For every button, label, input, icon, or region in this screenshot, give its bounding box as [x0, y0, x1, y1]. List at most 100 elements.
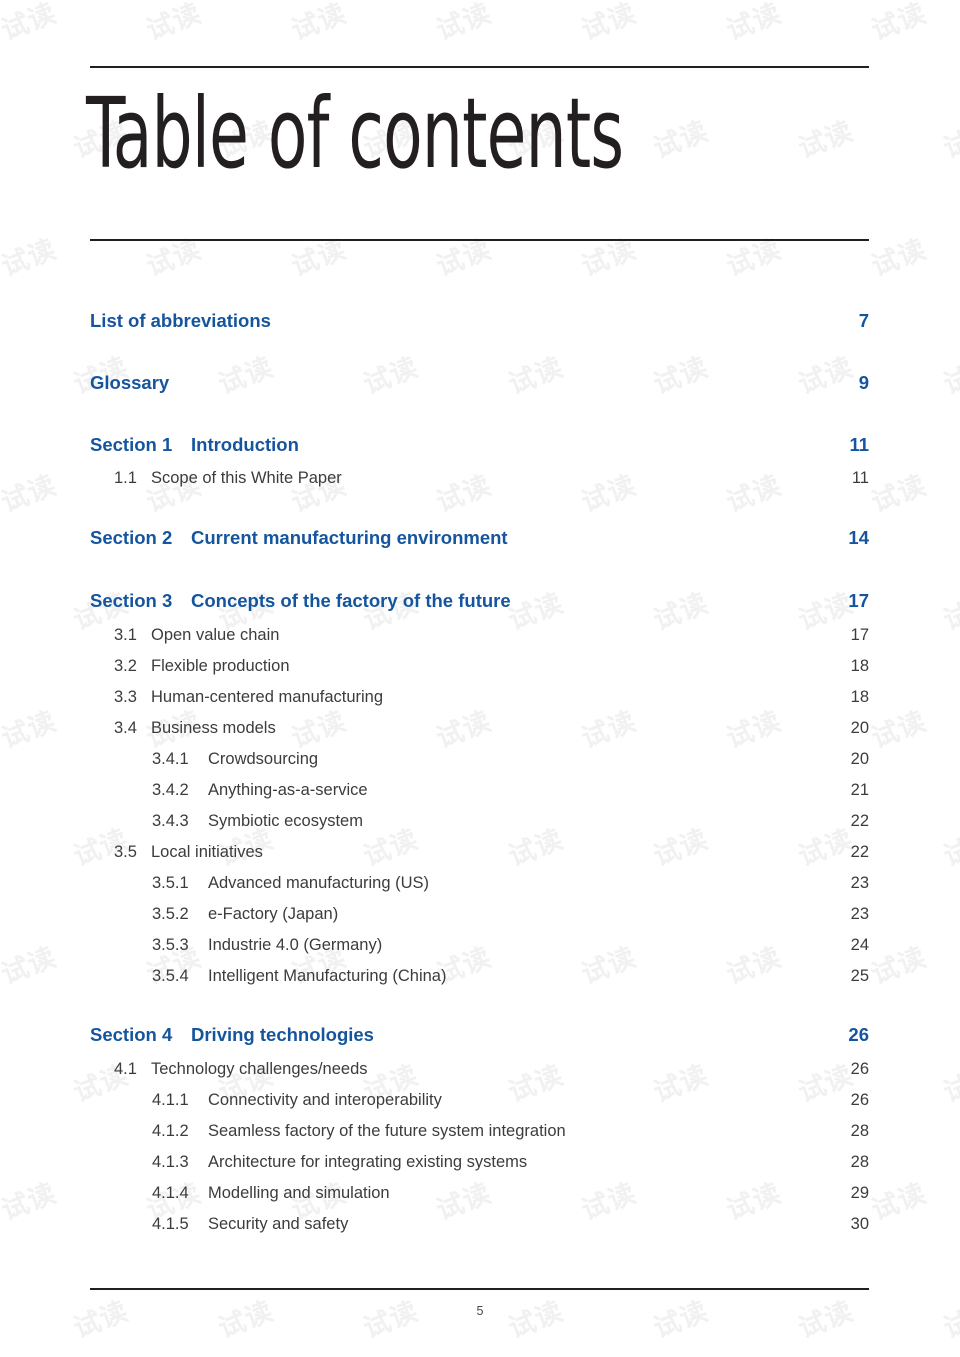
toc-entry-page-number: 17 [848, 590, 869, 611]
toc-entry[interactable]: 3.5.3 Industrie 4.0 (Germany) 24 [152, 936, 869, 955]
toc-entry-page-number: 11 [849, 434, 869, 455]
toc-entry-page-number: 30 [850, 1215, 869, 1233]
toc-entry-label: e-Factory (Japan) [208, 905, 339, 923]
toc-entry-label: Security and safety [208, 1215, 349, 1233]
toc-entry[interactable]: 4.1.4 Modelling and simulation 29 [152, 1184, 869, 1203]
toc-entry-page-number: 22 [850, 812, 869, 830]
toc-entry-number: 3.4.1 [152, 750, 189, 768]
toc-entry-number: 4.1.4 [152, 1184, 189, 1202]
toc-entry[interactable]: 3.4.1 Crowdsourcing 20 [152, 750, 869, 769]
toc-entry[interactable]: 4.1 Technology challenges/needs 26 [114, 1060, 869, 1079]
toc-entry-label: Architecture for integrating existing sy… [208, 1153, 528, 1171]
toc-entry[interactable]: 3.3 Human-centered manufacturing 18 [114, 688, 869, 707]
toc-entry-page-number: 18 [850, 657, 869, 675]
toc-entry-page-number: 17 [850, 626, 869, 644]
toc-entry[interactable]: 3.1 Open value chain 17 [114, 626, 869, 645]
toc-entry[interactable]: 3.4 Business models 20 [114, 719, 869, 738]
toc-entry-label: Business models [151, 719, 276, 737]
toc-entry[interactable]: Section 4 Driving technologies 26 [90, 1024, 869, 1046]
toc-entry-label: Industrie 4.0 (Germany) [208, 936, 383, 954]
toc-entry-number: 3.5.1 [152, 874, 189, 892]
toc-entry-page-number: 28 [850, 1153, 869, 1171]
toc-entry-label: Modelling and simulation [208, 1184, 390, 1202]
toc-entry-number: 3.5.3 [152, 936, 189, 954]
toc-entry-page-number: 18 [850, 688, 869, 706]
toc-entry-number: 3.5 [114, 843, 137, 861]
toc-entry-page-number: 22 [850, 843, 869, 861]
header-rule-top [90, 66, 869, 68]
toc-entry-label: Anything-as-a-service [208, 781, 368, 799]
toc-entry-page-number: 23 [850, 874, 869, 892]
page-title: Table of contents [86, 77, 624, 190]
toc-entry-label: Glossary [90, 372, 170, 393]
document-page: Table of contents List of abbreviations 7… [0, 0, 960, 1357]
toc-entry[interactable]: 4.1.3 Architecture for integrating existi… [152, 1153, 869, 1172]
footer-rule [90, 1288, 869, 1290]
toc-entry-number: 4.1.1 [152, 1091, 189, 1109]
toc-entry[interactable]: 3.4.2 Anything-as-a-service 21 [152, 781, 869, 800]
toc-entry-label: List of abbreviations [90, 310, 271, 331]
toc-entry[interactable]: 3.5.1 Advanced manufacturing (US) 23 [152, 874, 869, 893]
toc-entry[interactable]: 3.2 Flexible production 18 [114, 657, 869, 676]
footer-page-number: 5 [476, 1304, 484, 1318]
toc-entry-number: 3.2 [114, 657, 137, 675]
toc-entry-page-number: 23 [850, 905, 869, 923]
toc-entry-number: 1.1 [114, 469, 137, 487]
toc-entry-label: Crowdsourcing [208, 750, 319, 768]
toc-entry-label: Current manufacturing environment [191, 527, 508, 548]
toc-entry-number: 4.1.5 [152, 1215, 189, 1233]
toc-entry-number: 4.1 [114, 1060, 137, 1078]
toc-entry-label: Connectivity and interoperability [208, 1091, 442, 1109]
toc-entry[interactable]: 3.5.4 Intelligent Manufacturing (China) 25 [152, 967, 869, 986]
toc-entry[interactable]: 4.1.5 Security and safety 30 [152, 1215, 869, 1234]
toc-entry-page-number: 14 [848, 527, 869, 548]
toc-entry-number: Section 2 [90, 527, 173, 548]
toc-entry-page-number: 26 [848, 1024, 869, 1045]
toc-entry-page-number: 7 [858, 310, 869, 331]
toc-entry[interactable]: Glossary 9 [90, 372, 869, 394]
toc-entry-number: 3.4.3 [152, 812, 189, 830]
toc-entry-label: Scope of this White Paper [151, 469, 342, 487]
toc-entry[interactable]: Section 3 Concepts of the factory of the … [90, 590, 869, 612]
toc-entry-number: 3.5.4 [152, 967, 189, 985]
toc-entry-label: Technology challenges/needs [151, 1060, 368, 1078]
toc-entry-label: Flexible production [151, 657, 290, 675]
toc-entry-page-number: 21 [850, 781, 869, 799]
toc-entry-number: 3.5.2 [152, 905, 189, 923]
toc-entry-label: Advanced manufacturing (US) [208, 874, 430, 892]
toc-entry-page-number: 9 [858, 372, 869, 393]
toc-entry-number: 4.1.2 [152, 1122, 189, 1140]
toc-entry-label: Seamless factory of the future system in… [208, 1122, 566, 1140]
toc-entry-page-number: 26 [850, 1060, 869, 1078]
toc-entry[interactable]: List of abbreviations 7 [90, 310, 869, 332]
toc-entry-label: Intelligent Manufacturing (China) [208, 967, 447, 985]
toc-entry-label: Open value chain [151, 626, 280, 644]
toc-entry-number: 3.1 [114, 626, 137, 644]
toc-entry-label: Symbiotic ecosystem [208, 812, 363, 830]
toc-entry-page-number: 24 [850, 936, 869, 954]
toc-entry-label: Driving technologies [191, 1024, 374, 1045]
toc-entry-page-number: 20 [850, 750, 869, 768]
toc-entry[interactable]: 3.5 Local initiatives 22 [114, 843, 869, 862]
toc-entry-number: Section 1 [90, 434, 173, 455]
toc-entry[interactable]: 3.5.2 e-Factory (Japan) 23 [152, 905, 869, 924]
toc-entry-page-number: 26 [850, 1091, 869, 1109]
toc-entry-label: Human-centered manufacturing [151, 688, 384, 706]
toc-entry-page-number: 29 [850, 1184, 869, 1202]
toc-entry-page-number: 11 [851, 469, 869, 487]
toc-entry-label: Local initiatives [151, 843, 263, 861]
toc-entry-label: Concepts of the factory of the future [191, 590, 511, 611]
toc-entry[interactable]: 1.1 Scope of this White Paper 11 [114, 469, 869, 488]
toc-entry[interactable]: Section 2 Current manufacturing environme… [90, 527, 869, 549]
toc-entry[interactable]: 3.4.3 Symbiotic ecosystem 22 [152, 812, 869, 831]
toc-entry[interactable]: Section 1 Introduction 11 [90, 434, 869, 456]
toc-entry-number: 3.4 [114, 719, 137, 737]
toc-entry-page-number: 20 [850, 719, 869, 737]
header-rule-bottom [90, 239, 869, 241]
toc-entry-number: 3.4.2 [152, 781, 189, 799]
toc-entry-page-number: 25 [850, 967, 869, 985]
toc-entry-number: Section 4 [90, 1024, 173, 1045]
toc-entry-number: 3.3 [114, 688, 137, 706]
toc-entry[interactable]: 4.1.1 Connectivity and interoperability 26 [152, 1091, 869, 1110]
toc-entry[interactable]: 4.1.2 Seamless factory of the future syst… [152, 1122, 869, 1141]
